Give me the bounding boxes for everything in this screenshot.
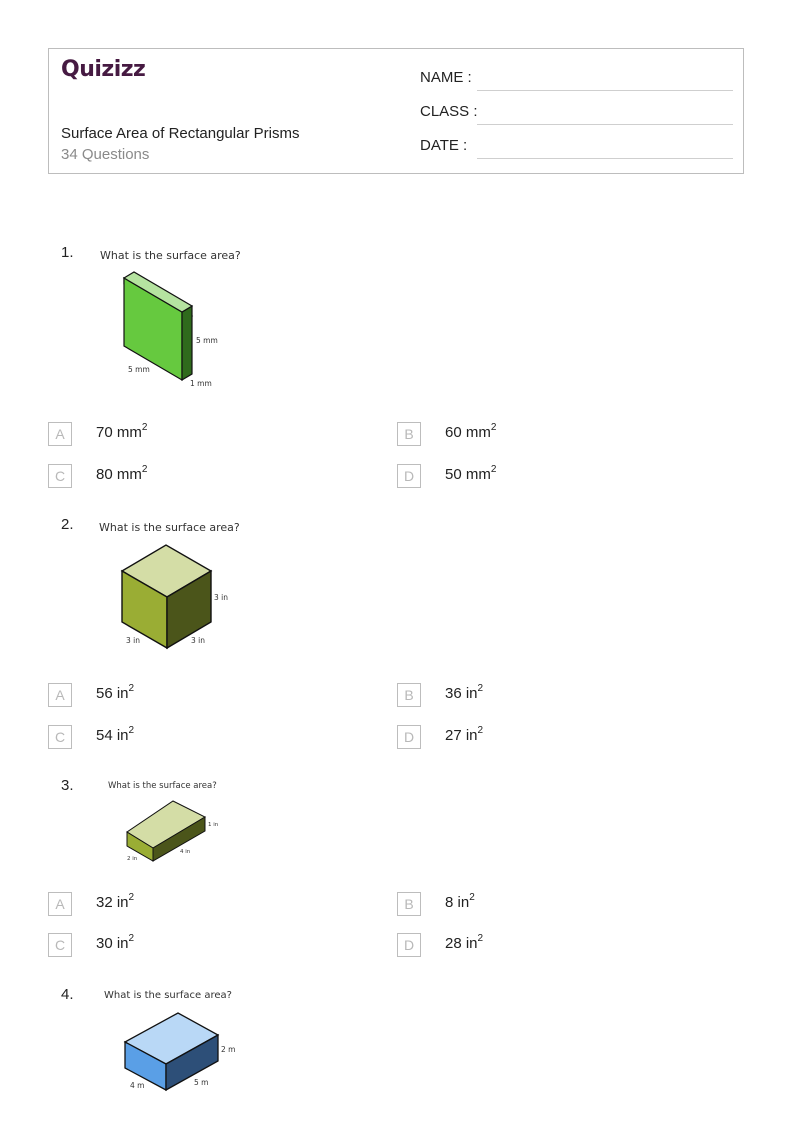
question-prompt: What is the surface area? — [100, 249, 241, 262]
exponent: 2 — [128, 725, 135, 736]
option-letter: B — [397, 422, 421, 446]
date-label: DATE : — [420, 137, 468, 154]
question-number: 4. — [61, 986, 74, 1003]
option-value: 32 in — [96, 894, 129, 911]
exponent: 2 — [477, 725, 484, 736]
question-prompt: What is the surface area? — [99, 521, 240, 534]
exponent: 2 — [490, 422, 497, 433]
option-letter: C — [48, 464, 72, 488]
exponent: 2 — [141, 422, 148, 433]
prism-side-face — [181, 304, 193, 382]
prism-figure: 2 m 5 m 4 m — [123, 1012, 235, 1092]
question-prompt: What is the surface area? — [108, 781, 217, 791]
question-number: 1. — [61, 244, 74, 261]
dimension-label: 1 mm — [190, 379, 212, 388]
date-field[interactable] — [477, 157, 733, 159]
option-value: 28 in — [445, 935, 478, 952]
question-count: 34 Questions — [61, 146, 150, 163]
option-letter: D — [397, 464, 421, 488]
option-letter: B — [397, 892, 421, 916]
option-letter: A — [48, 422, 72, 446]
prism-figure: 5 mm 5 mm 1 mm — [122, 271, 218, 388]
worksheet-title: Surface Area of Rectangular Prisms — [61, 125, 300, 142]
option-value: 30 in — [96, 935, 129, 952]
option-value: 8 in — [445, 894, 470, 911]
option-value: 56 in — [96, 685, 129, 702]
exponent: 2 — [128, 683, 135, 694]
question-number: 3. — [61, 777, 74, 794]
option-letter: D — [397, 933, 421, 957]
dimension-label: 5 mm — [196, 336, 218, 345]
cube-figure: 3 in 3 in 3 in — [120, 544, 228, 650]
question-prompt: What is the surface area? — [104, 990, 232, 1001]
dimension-label: 2 m — [221, 1045, 235, 1054]
exponent: 2 — [128, 933, 135, 944]
class-label: CLASS : — [420, 103, 478, 120]
option-value: 54 in — [96, 727, 129, 744]
quizizz-logo: Quizizz — [61, 57, 146, 82]
dimension-label: 5 mm — [128, 365, 150, 374]
dimension-label: 3 in — [191, 636, 205, 645]
option-value: 80 mm — [96, 466, 142, 483]
exponent: 2 — [141, 464, 148, 475]
dimension-label: 1 in — [208, 822, 219, 828]
option-value: 36 in — [445, 685, 478, 702]
option-letter: C — [48, 725, 72, 749]
class-field[interactable] — [477, 123, 733, 125]
option-value: 50 mm — [445, 466, 491, 483]
dimension-label: 4 in — [180, 849, 191, 855]
option-value: 60 mm — [445, 424, 491, 441]
question-number: 2. — [61, 516, 74, 533]
exponent: 2 — [477, 683, 484, 694]
dimension-label: 5 m — [194, 1078, 208, 1087]
exponent: 2 — [128, 892, 135, 903]
exponent: 2 — [469, 892, 475, 903]
name-label: NAME : — [420, 69, 472, 86]
worksheet-header: Quizizz Surface Area of Rectangular Pris… — [48, 48, 744, 174]
option-letter: C — [48, 933, 72, 957]
option-letter: A — [48, 892, 72, 916]
option-letter: A — [48, 683, 72, 707]
name-field[interactable] — [477, 89, 733, 91]
dimension-label: 3 in — [214, 593, 228, 602]
option-value: 27 in — [445, 727, 478, 744]
exponent: 2 — [490, 464, 497, 475]
option-letter: B — [397, 683, 421, 707]
exponent: 2 — [477, 933, 484, 944]
option-letter: D — [397, 725, 421, 749]
dimension-label: 2 in — [127, 856, 138, 862]
option-value: 70 mm — [96, 424, 142, 441]
prism-figure: 1 in 4 in 2 in — [126, 800, 219, 862]
dimension-label: 3 in — [126, 636, 140, 645]
dimension-label: 4 m — [130, 1081, 144, 1090]
